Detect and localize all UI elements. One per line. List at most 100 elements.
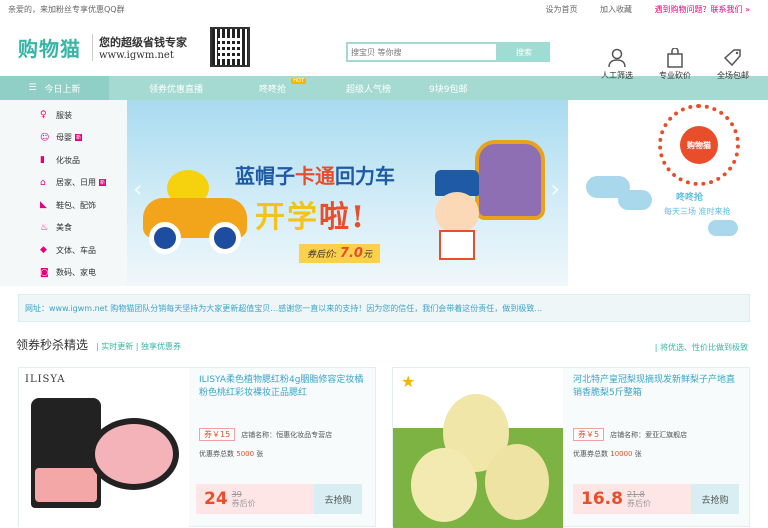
banner-title-part: 卡通	[295, 164, 335, 188]
banner-headline: 开学啦!	[255, 192, 366, 236]
banner-title: 蓝帽子卡通回力车	[235, 160, 395, 189]
car-icon: ◆	[40, 245, 47, 256]
price-bar: 16.8 21.8 券后价 去抢购	[573, 484, 739, 514]
sidebar-item-label: 文体、车品	[56, 245, 96, 255]
tag-icon	[704, 48, 762, 70]
feature-free-shipping[interactable]: 全场包邮	[704, 48, 762, 81]
old-price-value: 21.8	[626, 490, 645, 499]
coupon-count: 优惠券总数 10000 张	[573, 449, 741, 459]
sidebar-item-digital[interactable]: ◙ 数码、家电	[40, 262, 127, 285]
baby-icon: ☺	[40, 132, 50, 143]
help-link[interactable]: 遇到购物问题？联系我们 »	[655, 5, 750, 14]
section-subtitle: | 实时更新 | 独享优惠券	[96, 342, 182, 351]
sidebar-item-cosmetics[interactable]: ▮ 化妆品	[40, 149, 127, 172]
sidebar-item-baby[interactable]: ☺ 母婴新	[40, 127, 127, 150]
header-features: 人工筛选 专业砍价 全场包邮	[588, 47, 762, 81]
nav-item-9-9[interactable]: 9块9包邮	[429, 82, 467, 95]
shoe-icon: ◣	[40, 200, 47, 211]
coupon-count-unit: 张	[256, 450, 264, 458]
user-icon	[588, 48, 646, 70]
sidebar-item-clothing[interactable]: ♀ 服装	[40, 104, 127, 127]
banner-prev-arrow[interactable]: ‹	[133, 175, 143, 203]
feature-label: 人工筛选	[601, 71, 633, 80]
header: 购物猫 您的超级省钱专家 www.igwm.net 搜索 人工筛选 专业砍价 全…	[0, 18, 768, 80]
product-title[interactable]: 河北特产皇冠梨现摘现发新鲜梨子产地直销香脆梨5斤整箱	[573, 374, 741, 414]
buy-button[interactable]: 去抢购	[314, 484, 362, 514]
sidebar-item-label: 鞋包、配饰	[56, 200, 96, 210]
sidebar-item-label: 母婴	[56, 133, 72, 143]
banner-price: 券后价: 7.0元	[299, 244, 380, 263]
price-note: 券后价	[231, 499, 256, 508]
brand-logo: ILISYA	[25, 374, 66, 385]
coupon-count-unit: 张	[634, 450, 642, 458]
coupon-badge[interactable]: 券￥5	[573, 428, 605, 441]
add-favorite-link[interactable]: 加入收藏	[600, 5, 632, 14]
product-image[interactable]: ★	[393, 368, 563, 528]
food-icon: ♨	[40, 222, 49, 233]
category-menu-button[interactable]: ☰ 今日上新	[0, 76, 109, 100]
cloud-decoration	[618, 190, 652, 210]
shop-label: 店铺名称：	[610, 431, 646, 439]
product-title[interactable]: ILISYA柔色植物腮红粉4g胭脂修容定妆橘粉色桃红彩妆裸妆正品腮红	[199, 374, 367, 414]
banner-next-arrow[interactable]: ›	[550, 175, 560, 203]
original-price: 39 券后价	[232, 490, 256, 508]
shop-value: 爱亚汇旗舰店	[645, 431, 688, 439]
search-input[interactable]	[346, 42, 498, 62]
promo-subtitle: 每天三场 准时来抢	[664, 207, 731, 216]
site-notice: 网址：www.igwm.net 购物猫团队分销每天坚持为大家更新超值宝贝…感谢您…	[18, 294, 750, 322]
feature-bargain[interactable]: 专业砍价	[646, 47, 704, 81]
set-home-link[interactable]: 设为首页	[545, 5, 577, 14]
nav-item-coupon-live[interactable]: 领券优惠直播	[149, 82, 203, 95]
slogan-main: 您的超级省钱专家	[99, 35, 187, 49]
camera-icon: ◙	[40, 267, 49, 278]
sidebar-item-label: 服装	[56, 110, 72, 120]
coupon-count-value: 5000	[236, 450, 255, 458]
buy-button[interactable]: 去抢购	[691, 484, 739, 514]
top-bar: 亲爱的，来加粉丝专享优惠QQ群 设为首页 加入收藏 遇到购物问题？联系我们 »	[0, 0, 768, 18]
sidebar-item-shoes[interactable]: ◣ 鞋包、配饰	[40, 194, 127, 217]
sidebar-item-label: 居家、日用	[56, 178, 96, 188]
sidebar-item-food[interactable]: ♨ 美食	[40, 217, 127, 240]
new-badge: 新	[75, 134, 83, 142]
slogan-url: www.igwm.net	[99, 49, 174, 61]
product-image[interactable]: ILISYA	[19, 368, 189, 528]
category-sidebar: ♀ 服装 ☺ 母婴新 ▮ 化妆品 ⌂ 居家、日用新 ◣ 鞋包、配饰 ♨ 美食 ◆ 文体、车品 …	[0, 100, 127, 286]
section-header: 领券秒杀精选 | 实时更新 | 独享优惠券 | 将优选、性价比做到极致	[0, 322, 768, 353]
search-button[interactable]: 搜索	[498, 42, 550, 62]
price-unit: 元	[362, 250, 372, 260]
promo-panel[interactable]: 购物猫 咚咚抢 每天三场 准时来抢	[568, 100, 768, 286]
section-title: 领券秒杀精选	[16, 338, 89, 352]
star-icon: ★	[401, 372, 416, 391]
banner-headline-part: 开学	[255, 200, 319, 235]
coupon-count-label: 优惠券总数	[199, 450, 234, 458]
sidebar-item-home[interactable]: ⌂ 居家、日用新	[40, 172, 127, 195]
qr-code-image	[210, 27, 250, 67]
nav-item-popular[interactable]: 超级人气榜	[346, 82, 391, 95]
sidebar-item-label: 化妆品	[56, 155, 80, 165]
current-price: 16.8	[581, 489, 623, 509]
section-tagline: | 将优选、性价比做到极致	[654, 343, 748, 352]
original-price: 21.8 券后价	[627, 490, 651, 508]
category-label: 今日上新	[44, 84, 81, 95]
promo-title: 咚咚抢	[676, 193, 704, 203]
price-note: 券后价	[626, 499, 651, 508]
price-value: 7.0	[339, 246, 363, 261]
shop-label: 店铺名称：	[241, 431, 277, 439]
feature-manual-select[interactable]: 人工筛选	[588, 48, 646, 81]
new-badge: 新	[99, 179, 107, 187]
coupon-count-value: 10000	[610, 450, 633, 458]
dress-icon: ♀	[40, 110, 47, 121]
nav-item-flash-sale[interactable]: 咚咚抢 HOT	[259, 77, 307, 95]
slogan: 您的超级省钱专家 www.igwm.net	[92, 33, 192, 61]
menu-icon: ☰	[28, 83, 37, 93]
shop-name: 店铺名称：恒惠化妆品专营店	[241, 431, 332, 439]
sidebar-item-sports[interactable]: ◆ 文体、车品	[40, 239, 127, 262]
banner-title-part: 回力车	[335, 164, 395, 188]
home-icon: ⌂	[40, 177, 46, 188]
banner-headline-part: 啦!	[319, 200, 367, 235]
hero-banner[interactable]: 蓝帽子卡通回力车 开学啦! 券后价: 7.0元 ‹ ›	[127, 100, 568, 286]
coupon-badge[interactable]: 券￥15	[199, 428, 236, 441]
cartoon-kid-image	[429, 170, 499, 270]
site-logo[interactable]: 购物猫	[18, 33, 88, 62]
cosmetics-icon: ▮	[40, 155, 45, 166]
